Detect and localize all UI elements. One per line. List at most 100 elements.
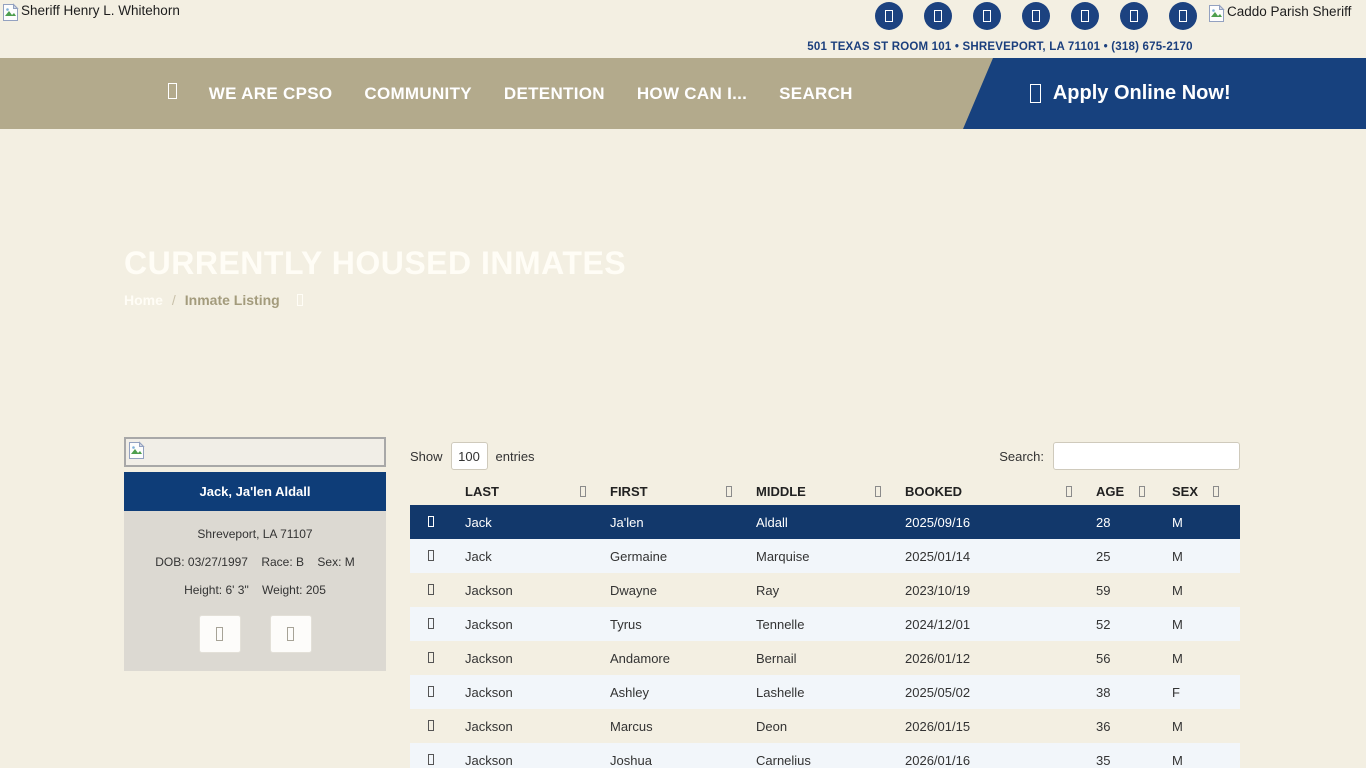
cell-first: Marcus bbox=[610, 709, 756, 743]
entries-label: entries bbox=[496, 449, 535, 464]
search-label: Search: bbox=[999, 449, 1044, 464]
apply-glyph-icon bbox=[1030, 84, 1040, 102]
inmates-table: LAST FIRST MIDDLE BOOKED AGE SEX Jack Ja… bbox=[410, 478, 1240, 768]
cell-booked: 2025/05/02 bbox=[905, 675, 1096, 709]
expand-row-icon[interactable] bbox=[428, 720, 434, 730]
inmate-location: Shreveport, LA 71107 bbox=[132, 527, 378, 541]
inmate-height-weight-line: Height: 6' 3" Weight: 205 bbox=[132, 583, 378, 597]
sheriff-logo-link[interactable]: Sheriff Henry L. Whitehorn bbox=[2, 3, 180, 25]
column-header-age[interactable]: AGE bbox=[1096, 478, 1172, 505]
column-header-middle[interactable]: MIDDLE bbox=[756, 478, 905, 505]
social-icon[interactable] bbox=[875, 2, 903, 30]
broken-image-icon bbox=[128, 441, 145, 465]
page-length-select[interactable]: 100 bbox=[451, 442, 488, 470]
apply-online-button[interactable]: Apply Online Now! bbox=[963, 58, 1366, 129]
cell-sex: M bbox=[1172, 539, 1240, 573]
expand-row-icon[interactable] bbox=[428, 584, 434, 594]
cell-last: Jackson bbox=[465, 641, 610, 675]
cell-sex: M bbox=[1172, 743, 1240, 768]
column-header-sex[interactable]: SEX bbox=[1172, 478, 1240, 505]
social-glyph-icon bbox=[983, 10, 990, 22]
cell-first: Dwayne bbox=[610, 573, 756, 607]
header-label: LAST bbox=[465, 484, 499, 499]
table-header-row: LAST FIRST MIDDLE BOOKED AGE SEX bbox=[410, 478, 1240, 505]
expand-row-icon[interactable] bbox=[428, 754, 434, 764]
social-glyph-icon bbox=[1130, 10, 1137, 22]
home-icon[interactable] bbox=[168, 83, 177, 103]
social-icon[interactable] bbox=[1022, 2, 1050, 30]
expand-row-icon[interactable] bbox=[428, 618, 434, 628]
broken-image-icon bbox=[2, 3, 19, 25]
broken-image-icon bbox=[1208, 4, 1225, 26]
sort-icon bbox=[1139, 486, 1145, 496]
show-label: Show bbox=[410, 449, 443, 464]
table-controls: Show 100 entries Search: bbox=[410, 437, 1240, 478]
cell-middle: Marquise bbox=[756, 539, 905, 573]
cell-age: 28 bbox=[1096, 505, 1172, 539]
social-icon[interactable] bbox=[1120, 2, 1148, 30]
expand-row-icon[interactable] bbox=[428, 550, 434, 560]
table-row[interactable]: Jackson Marcus Deon 2026/01/15 36 M bbox=[410, 709, 1240, 743]
social-icon[interactable] bbox=[1071, 2, 1099, 30]
expand-row-icon[interactable] bbox=[428, 652, 434, 662]
expand-row-icon[interactable] bbox=[428, 686, 434, 696]
breadcrumb-separator: / bbox=[172, 292, 176, 308]
caddo-parish-logo-alt-text: Caddo Parish Sheriff bbox=[1227, 4, 1351, 19]
sort-icon bbox=[1066, 486, 1072, 496]
cell-last: Jackson bbox=[465, 743, 610, 768]
table-row[interactable]: Jackson Joshua Carnelius 2026/01/16 35 M bbox=[410, 743, 1240, 768]
address-line: 501 TEXAS ST ROOM 101 • SHREVEPORT, LA 7… bbox=[790, 41, 1210, 53]
cell-first: Germaine bbox=[610, 539, 756, 573]
nav-items: WE ARE CPSO COMMUNITY DETENTION HOW CAN … bbox=[168, 58, 853, 129]
cell-first: Andamore bbox=[610, 641, 756, 675]
breadcrumb-home-link[interactable]: Home bbox=[124, 292, 163, 308]
cell-sex: M bbox=[1172, 607, 1240, 641]
breadcrumb: Home / Inmate Listing bbox=[124, 292, 303, 308]
header-label: BOOKED bbox=[905, 484, 962, 499]
inmate-dob-race-sex-line: DOB: 03/27/1997 Race: B Sex: M bbox=[132, 555, 378, 569]
cell-first: Ja'len bbox=[610, 505, 756, 539]
inmate-table-area: Show 100 entries Search: LAST FIRST MIDD… bbox=[410, 437, 1240, 768]
nav-item-search[interactable]: SEARCH bbox=[779, 84, 853, 104]
table-row[interactable]: Jackson Dwayne Ray 2023/10/19 59 M bbox=[410, 573, 1240, 607]
inmate-photo-broken-image bbox=[124, 437, 386, 467]
nav-item-community[interactable]: COMMUNITY bbox=[364, 84, 472, 104]
table-row[interactable]: Jackson Andamore Bernail 2026/01/12 56 M bbox=[410, 641, 1240, 675]
cell-age: 59 bbox=[1096, 573, 1172, 607]
page-length-control: Show 100 entries bbox=[410, 442, 535, 470]
sort-icon bbox=[726, 486, 732, 496]
table-row[interactable]: Jackson Ashley Lashelle 2025/05/02 38 F bbox=[410, 675, 1240, 709]
weight-label: Weight: bbox=[262, 583, 302, 597]
race-value: B bbox=[296, 555, 304, 569]
nav-item-detention[interactable]: DETENTION bbox=[504, 84, 605, 104]
social-icon[interactable] bbox=[973, 2, 1001, 30]
social-glyph-icon bbox=[1179, 10, 1186, 22]
cell-sex: M bbox=[1172, 573, 1240, 607]
breadcrumb-current: Inmate Listing bbox=[185, 292, 280, 308]
table-row[interactable]: Jack Germaine Marquise 2025/01/14 25 M bbox=[410, 539, 1240, 573]
cell-booked: 2024/12/01 bbox=[905, 607, 1096, 641]
prev-inmate-button[interactable] bbox=[199, 615, 241, 653]
sheriff-logo-alt-text: Sheriff Henry L. Whitehorn bbox=[21, 3, 180, 18]
table-row-selected[interactable]: Jack Ja'len Aldall 2025/09/16 28 M bbox=[410, 505, 1240, 539]
social-icon[interactable] bbox=[1169, 2, 1197, 30]
caddo-parish-logo-link[interactable]: Caddo Parish Sheriff bbox=[1208, 4, 1351, 26]
nav-item-we-are-cpso[interactable]: WE ARE CPSO bbox=[209, 84, 333, 104]
social-glyph-icon bbox=[934, 10, 941, 22]
cell-middle: Lashelle bbox=[756, 675, 905, 709]
column-header-booked[interactable]: BOOKED bbox=[905, 478, 1096, 505]
card-nav-buttons bbox=[132, 615, 378, 653]
social-icon[interactable] bbox=[924, 2, 952, 30]
column-header-first[interactable]: FIRST bbox=[610, 478, 756, 505]
nav-item-how-can-i[interactable]: HOW CAN I... bbox=[637, 84, 747, 104]
cell-middle: Bernail bbox=[756, 641, 905, 675]
next-inmate-button[interactable] bbox=[270, 615, 312, 653]
cell-last: Jackson bbox=[465, 675, 610, 709]
search-input[interactable] bbox=[1053, 442, 1240, 470]
column-header-last[interactable]: LAST bbox=[465, 478, 610, 505]
expand-row-icon[interactable] bbox=[428, 516, 434, 526]
table-row[interactable]: Jackson Tyrus Tennelle 2024/12/01 52 M bbox=[410, 607, 1240, 641]
cell-last: Jack bbox=[465, 505, 610, 539]
main-navbar: WE ARE CPSO COMMUNITY DETENTION HOW CAN … bbox=[0, 58, 1366, 129]
height-value: 6' 3" bbox=[225, 583, 248, 597]
